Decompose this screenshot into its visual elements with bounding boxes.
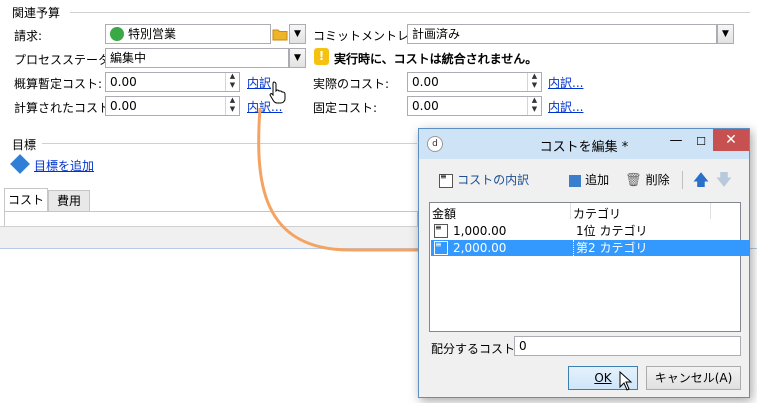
toolbar-separator xyxy=(682,171,683,189)
fixed-breakdown-link[interactable]: 内訳... xyxy=(548,98,583,115)
tab-cost-label: コスト xyxy=(7,193,44,207)
actual-cost-spinner[interactable]: ▲ ▼ xyxy=(527,73,541,91)
actual-cost-input[interactable]: 0.00 ▲ ▼ xyxy=(407,72,542,92)
arrow-up-icon: 🡅 xyxy=(692,170,710,189)
cost-breakdown-label: コストの内訳 xyxy=(457,173,530,187)
delete-label: 削除 xyxy=(645,173,670,187)
edit-cost-dialog: d コストを編集 * — ☐ ✕ ≡ コストの内訳 追加 🗑 削除 🡅 🡇 金額… xyxy=(418,128,750,398)
cancel-button[interactable]: キャンセル(A) xyxy=(646,366,741,390)
add-goal-link[interactable]: 目標を追加 xyxy=(34,157,94,174)
calculated-cost-value: 0.00 xyxy=(110,99,137,113)
column-header-amount[interactable]: 金額 xyxy=(432,205,456,222)
allocate-cost-value: 0 xyxy=(519,339,527,353)
minimize-icon: — xyxy=(669,133,683,148)
calculated-cost-input[interactable]: 0.00 ▲ ▼ xyxy=(105,96,240,116)
section-title-goals: 目標 xyxy=(12,138,37,152)
calculated-cost-label: 計算されたコスト: xyxy=(14,101,115,115)
invoice-label: 請求: xyxy=(14,29,43,43)
estimated-cost-spinner[interactable]: ▲ ▼ xyxy=(225,73,239,91)
cell-focus xyxy=(573,240,574,256)
add-icon xyxy=(569,174,581,187)
fixed-cost-spinner[interactable]: ▲ ▼ xyxy=(527,97,541,115)
allocate-cost-input[interactable]: 0 xyxy=(514,336,741,356)
invoice-field[interactable]: 特別営業 xyxy=(105,24,271,44)
table-row-selected[interactable]: ≡ 2,000.00 第2 カテゴリ xyxy=(431,240,749,256)
cancel-label: キャンセル(A) xyxy=(654,371,733,385)
allocate-cost-label: 配分するコスト: xyxy=(431,342,520,356)
annotation-arrow xyxy=(257,107,432,256)
commitment-select[interactable]: 計画済み xyxy=(407,24,717,44)
row-amount: 2,000.00 xyxy=(453,241,507,255)
actual-cost-value: 0.00 xyxy=(412,75,439,89)
close-icon: ✕ xyxy=(725,132,737,148)
maximize-icon: ☐ xyxy=(696,135,706,148)
minimize-button[interactable]: — xyxy=(664,133,688,153)
pointer-cursor-icon xyxy=(619,370,633,391)
move-down-button[interactable]: 🡇 xyxy=(714,169,734,191)
arrow-down-icon: 🡇 xyxy=(715,170,733,189)
row-category: 1位 カテゴリ xyxy=(576,224,648,238)
dialog-titlebar[interactable]: d コストを編集 * — ☐ ✕ xyxy=(419,129,749,159)
goal-icon xyxy=(10,154,30,174)
section-title-budget: 関連予算 xyxy=(12,6,61,20)
ok-label: OK xyxy=(594,371,612,385)
commitment-dropdown-button[interactable]: ▼ xyxy=(717,24,734,44)
section-divider xyxy=(70,12,750,13)
cost-grid: 金額 カテゴリ ≡ 1,000.00 1位 カテゴリ ≡ 2,000.00 第2… xyxy=(429,202,749,332)
row-amount: 1,000.00 xyxy=(453,224,507,238)
add-button[interactable]: 追加 xyxy=(569,169,621,191)
warning-text: 実行時に、コストは統合されません。 xyxy=(334,52,538,66)
breakdown-icon: ≡ xyxy=(439,172,453,188)
chevron-down-icon: ▼ xyxy=(722,29,729,39)
tab-cost[interactable]: コスト xyxy=(4,188,48,212)
estimated-cost-input[interactable]: 0.00 ▲ ▼ xyxy=(105,72,240,92)
folder-icon[interactable] xyxy=(272,26,288,42)
process-status-dropdown-button[interactable]: ▼ xyxy=(289,48,306,68)
commitment-value: 計画済み xyxy=(412,27,461,41)
tab-expense[interactable]: 費用 xyxy=(48,190,90,212)
cost-line-icon: ≡ xyxy=(434,241,448,255)
column-divider xyxy=(710,203,711,219)
move-up-button[interactable]: 🡅 xyxy=(691,169,711,191)
cost-line-icon: ≡ xyxy=(434,224,448,238)
invoice-value: 特別営業 xyxy=(128,27,177,41)
chevron-down-icon: ▼ xyxy=(294,29,301,39)
estimated-cost-value: 0.00 xyxy=(110,75,137,89)
calculated-cost-spinner[interactable]: ▲ ▼ xyxy=(225,97,239,115)
delete-button[interactable]: 🗑 削除 xyxy=(625,169,677,191)
maximize-button[interactable]: ☐ xyxy=(689,133,713,153)
table-row[interactable]: ≡ 1,000.00 1位 カテゴリ xyxy=(431,223,749,239)
invoice-dropdown-button[interactable]: ▼ xyxy=(289,24,306,44)
dialog-toolbar: ≡ コストの内訳 追加 🗑 削除 🡅 🡇 xyxy=(429,169,741,193)
row-category: 第2 カテゴリ xyxy=(576,241,648,255)
actual-cost-label: 実際のコスト: xyxy=(313,77,390,91)
budget-icon xyxy=(110,27,124,41)
actual-breakdown-link[interactable]: 内訳... xyxy=(548,74,583,91)
cost-breakdown-button[interactable]: ≡ コストの内訳 xyxy=(439,169,539,191)
process-status-value: 編集中 xyxy=(110,51,147,65)
estimated-cost-label: 概算暫定コスト: xyxy=(14,77,103,91)
column-divider xyxy=(570,203,571,219)
warning-icon: ! xyxy=(314,48,329,65)
close-button[interactable]: ✕ xyxy=(713,129,749,151)
add-label: 追加 xyxy=(585,173,610,187)
chevron-down-icon: ▼ xyxy=(294,53,301,63)
tab-expense-label: 費用 xyxy=(56,194,81,208)
trash-icon: 🗑 xyxy=(625,173,642,188)
process-status-select[interactable]: 編集中 xyxy=(105,48,289,68)
column-header-category[interactable]: カテゴリ xyxy=(573,205,621,222)
